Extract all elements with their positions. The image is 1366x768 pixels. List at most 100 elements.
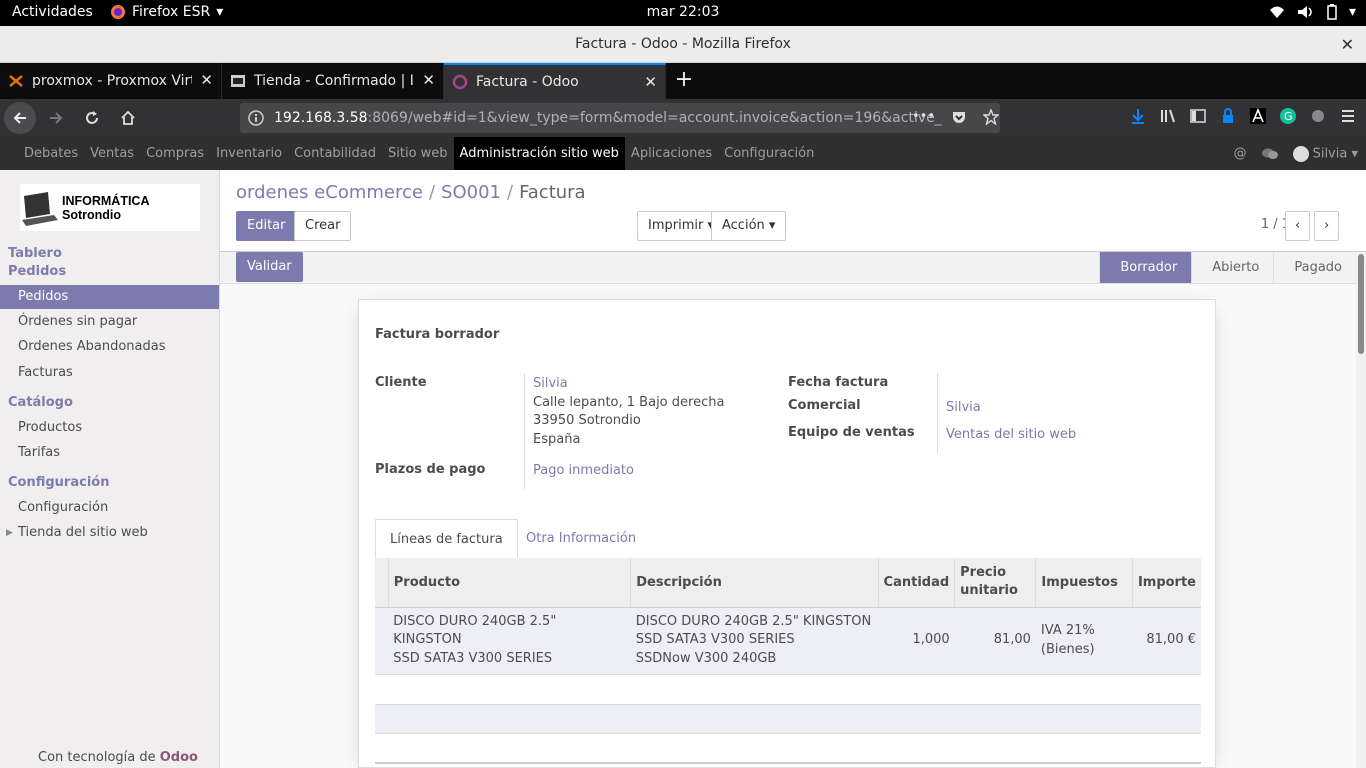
user-menu[interactable]: Silvia ▾: [1292, 145, 1358, 162]
sidebar-icon[interactable]: [1190, 108, 1206, 124]
url-bar[interactable]: 192.168.3.58:8069/web#id=1&view_type=for…: [240, 103, 1000, 133]
system-tray[interactable]: ▾: [1269, 4, 1356, 20]
status-abierto: Abierto: [1191, 252, 1273, 283]
grammarly-icon[interactable]: G: [1280, 108, 1296, 124]
new-tab-button[interactable]: +: [666, 63, 702, 99]
proxmox-icon: [8, 73, 24, 89]
empty-row[interactable]: [375, 704, 1201, 734]
window-titlebar: Factura - Odoo - Mozilla Firefox ✕: [0, 26, 1366, 63]
sidebar-head-configuracion[interactable]: Configuración: [8, 475, 109, 490]
col-producto[interactable]: Producto: [388, 558, 632, 608]
close-tab-icon[interactable]: ✕: [200, 71, 213, 89]
close-tab-icon[interactable]: ✕: [644, 73, 657, 91]
menu-inventario[interactable]: Inventario: [210, 137, 288, 170]
back-button[interactable]: [4, 102, 36, 134]
pocket-icon[interactable]: [951, 109, 967, 125]
sidebar-item-tarifas[interactable]: Tarifas: [0, 441, 219, 465]
scrollbar-thumb[interactable]: [1358, 254, 1364, 354]
col-descripcion[interactable]: Descripción: [630, 558, 879, 608]
home-button[interactable]: [112, 102, 144, 134]
sidebar-item-configuracion[interactable]: Configuración: [0, 496, 219, 520]
close-window-icon[interactable]: ✕: [1341, 26, 1354, 63]
sidebar-item-ordenes-abandonadas[interactable]: Ordenes Abandonadas: [0, 335, 219, 359]
company-logo[interactable]: INFORMÁTICA Sotrondio: [20, 184, 200, 231]
tab-tienda[interactable]: Tienda - Confirmado | Informática Sotron…: [222, 63, 444, 99]
bookmark-star-icon[interactable]: [983, 109, 1000, 125]
col-importe[interactable]: Importe: [1132, 558, 1201, 608]
handle-column: [375, 558, 389, 608]
info-icon[interactable]: [248, 110, 264, 126]
cell-text: SSDNow V300 240GB: [635, 650, 777, 666]
at-icon[interactable]: @: [1234, 146, 1247, 161]
sidebar-head-catalogo[interactable]: Catálogo: [8, 395, 73, 410]
font-icon[interactable]: [1250, 108, 1266, 124]
tab-factura[interactable]: Factura - Odoo ✕: [444, 63, 666, 99]
breadcrumb: ordenes eCommerce / SO001/Factura: [236, 182, 586, 203]
cell-cantidad: 1,000: [878, 607, 955, 675]
chevron-right-icon: ›: [1324, 218, 1330, 233]
pager-next-button[interactable]: ›: [1314, 211, 1340, 241]
col-cantidad[interactable]: Cantidad: [878, 558, 956, 608]
sidebar-head-pedidos[interactable]: Pedidos: [8, 264, 66, 279]
menu-ventas[interactable]: Ventas: [84, 137, 140, 170]
cell-precio: 81,00: [954, 607, 1036, 675]
lock-icon[interactable]: [1220, 108, 1236, 124]
action-label: Acción: [722, 218, 765, 233]
powered-by: Con tecnología de Odoo: [38, 750, 198, 765]
close-tab-icon[interactable]: ✕: [422, 71, 435, 89]
forward-button[interactable]: [40, 102, 72, 134]
systray: @ Silvia ▾: [1234, 137, 1358, 170]
create-button[interactable]: Crear: [294, 211, 352, 241]
reload-button[interactable]: [76, 102, 108, 134]
table-row[interactable]: DISCO DURO 240GB 2.5" KINGSTON SSD SATA3 …: [375, 607, 1201, 675]
sidebar-item-tienda[interactable]: ▶ Tienda del sitio web: [0, 521, 219, 545]
tab-otra-informacion[interactable]: Otra Información: [512, 519, 650, 559]
chevron-left-icon: ‹: [1295, 218, 1301, 233]
statusbar: Borrador Abierto Pagado: [1099, 252, 1356, 283]
tab-lineas-factura[interactable]: Líneas de factura: [375, 519, 518, 559]
odoo-main-menu: Debates Ventas Compras Inventario Contab…: [0, 137, 1366, 170]
sidebar-item-ordenes-sin-pagar[interactable]: Órdenes sin pagar: [0, 310, 219, 334]
comercial-link[interactable]: Silvia: [946, 399, 981, 418]
menu-compras[interactable]: Compras: [140, 137, 210, 170]
sidebar-head-tablero[interactable]: Tablero: [8, 246, 62, 261]
action-dropdown[interactable]: Acción ▾: [711, 211, 787, 241]
tab-proxmox[interactable]: proxmox - Proxmox Virtual Environment ✕: [0, 63, 222, 99]
download-icon[interactable]: [1130, 108, 1146, 124]
breadcrumb-ordenes[interactable]: ordenes eCommerce: [236, 182, 423, 203]
address-line: España: [533, 431, 581, 447]
menu-debates[interactable]: Debates: [18, 137, 84, 170]
breadcrumb-so001[interactable]: SO001: [441, 182, 501, 203]
chat-icon[interactable]: [1261, 147, 1279, 161]
hamburger-menu-icon[interactable]: [1340, 108, 1356, 124]
menu-aplicaciones[interactable]: Aplicaciones: [625, 137, 718, 170]
menu-sitio-web[interactable]: Sitio web: [382, 137, 454, 170]
equipo-link[interactable]: Ventas del sitio web: [946, 426, 1076, 445]
page-actions-icon[interactable]: •••: [912, 109, 935, 125]
plazos-label: Plazos de pago: [375, 462, 486, 477]
sidebar-item-productos[interactable]: Productos: [0, 416, 219, 440]
sidebar-item-pedidos[interactable]: Pedidos: [0, 285, 219, 309]
clock[interactable]: mar 22:03: [0, 4, 1366, 20]
menu-configuracion[interactable]: Configuración: [718, 137, 820, 170]
comercial-label: Comercial: [788, 398, 861, 413]
tab-label: Tienda - Confirmado | Informática Sotron…: [254, 73, 414, 89]
battery-icon: [1327, 4, 1337, 20]
edit-button[interactable]: Editar: [236, 211, 297, 241]
menu-contabilidad[interactable]: Contabilidad: [288, 137, 382, 170]
gnome-top-bar: Actividades Firefox ESR ▾ mar 22:03 ▾: [0, 0, 1366, 26]
col-impuestos[interactable]: Impuestos: [1035, 558, 1133, 608]
validate-button[interactable]: Validar: [236, 252, 303, 282]
divider: [937, 373, 938, 454]
menu-administracion-sitio-web[interactable]: Administración sitio web: [453, 137, 625, 170]
pager-previous-button[interactable]: ‹: [1285, 211, 1311, 241]
sidebar-item-facturas[interactable]: Facturas: [0, 361, 219, 385]
cliente-link[interactable]: Silvia: [533, 375, 724, 394]
col-precio[interactable]: Precio unitario: [954, 558, 1037, 608]
extension-icon[interactable]: [1310, 108, 1326, 124]
library-icon[interactable]: [1160, 108, 1176, 124]
odoo-link[interactable]: Odoo: [160, 750, 198, 765]
scrollbar[interactable]: [1356, 252, 1366, 768]
invoice-sheet: Factura borrador Cliente Silvia Calle le…: [358, 299, 1216, 768]
plazos-link[interactable]: Pago inmediato: [533, 462, 634, 481]
